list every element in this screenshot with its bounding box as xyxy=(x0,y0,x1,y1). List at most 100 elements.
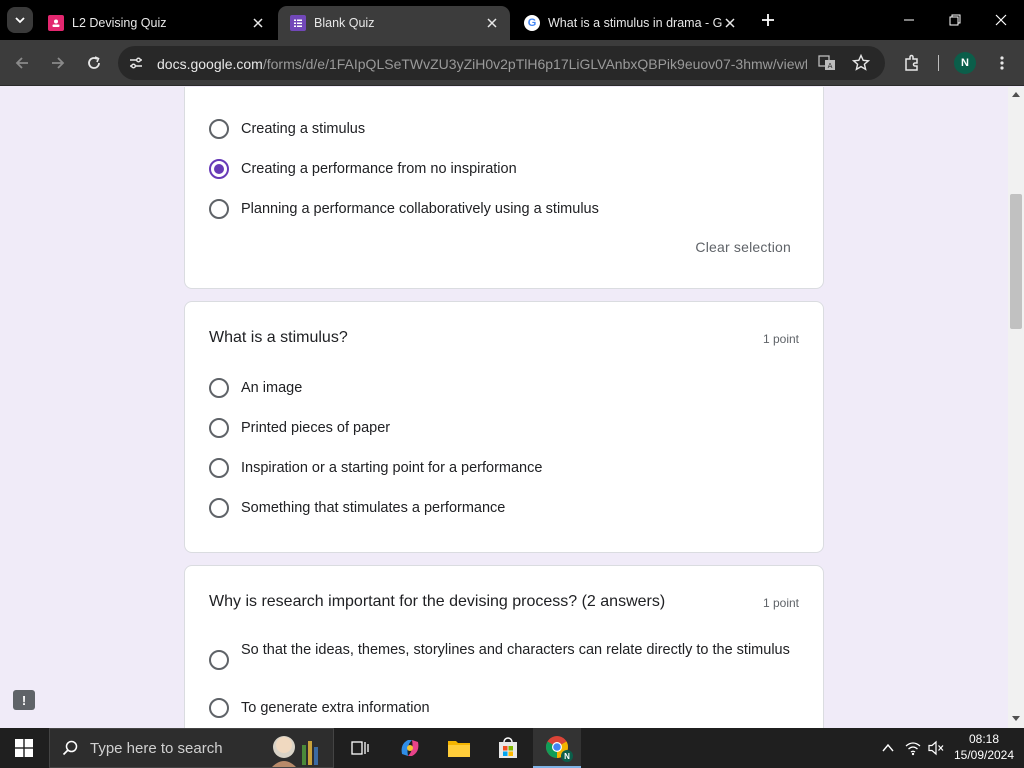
chevron-up-icon xyxy=(882,743,894,752)
folder-icon xyxy=(448,741,470,757)
page-scrollbar[interactable] xyxy=(1008,87,1024,728)
option-planning-a-performance[interactable]: Planning a performance collaboratively u… xyxy=(209,199,799,219)
radio-button[interactable] xyxy=(209,698,229,718)
scroll-down-arrow-icon[interactable] xyxy=(1012,716,1020,721)
tab-google-search[interactable]: G What is a stimulus in drama - G xyxy=(512,6,748,40)
question-points: 1 point xyxy=(762,332,799,346)
site-info-icon[interactable] xyxy=(126,53,146,73)
translate-icon[interactable]: A xyxy=(818,54,838,72)
browser-tab-strip: L2 Devising Quiz Blank Quiz G What is a … xyxy=(0,0,1024,40)
windows-logo-icon xyxy=(15,739,33,757)
close-window-button[interactable] xyxy=(978,0,1024,40)
chrome-taskbar-button[interactable]: N xyxy=(533,728,581,768)
option-label: Something that stimulates a performance xyxy=(241,500,506,516)
radio-button[interactable] xyxy=(209,650,229,670)
question-card-2: What is a stimulus? 1 point An image Pri… xyxy=(184,301,824,553)
minimize-button[interactable] xyxy=(886,0,932,40)
close-icon xyxy=(995,14,1007,26)
browser-menu-button[interactable] xyxy=(988,49,1016,77)
url-path: /forms/d/e/1FAIpQLSeTWvZU3yZiH0v2pTlH6p1… xyxy=(262,56,807,72)
tab-title: L2 Devising Quiz xyxy=(72,16,167,30)
plus-icon xyxy=(762,14,774,26)
radio-button-selected[interactable] xyxy=(209,159,229,179)
profile-avatar[interactable]: N xyxy=(954,52,976,74)
report-feedback-icon[interactable]: ! xyxy=(13,690,35,710)
question-card-1: Creating a stimulus Creating a performan… xyxy=(184,87,824,289)
close-tab-icon[interactable] xyxy=(484,15,500,31)
scroll-up-arrow-icon[interactable] xyxy=(1012,92,1020,97)
start-button[interactable] xyxy=(0,728,48,768)
puzzle-icon xyxy=(905,54,918,71)
option-creating-a-performance[interactable]: Creating a performance from no inspirati… xyxy=(209,159,799,179)
store-icon xyxy=(499,737,517,758)
radio-button[interactable] xyxy=(209,458,229,478)
copilot-button[interactable] xyxy=(386,728,434,768)
taskbar-clock[interactable]: 08:18 15/09/2024 xyxy=(952,731,1016,763)
clock-time: 08:18 xyxy=(968,732,1000,746)
tab-l2-devising-quiz[interactable]: L2 Devising Quiz xyxy=(36,6,276,40)
google-favicon-icon: G xyxy=(524,15,540,31)
radio-button[interactable] xyxy=(209,418,229,438)
taskbar-search-box[interactable]: Type here to search xyxy=(49,728,334,768)
restore-button[interactable] xyxy=(932,0,978,40)
tab-search-button[interactable] xyxy=(7,7,33,33)
speaker-muted-icon[interactable] xyxy=(927,739,945,757)
svg-text:A: A xyxy=(828,62,833,70)
option-label: To generate extra information xyxy=(241,700,430,716)
address-bar[interactable]: docs.google.com/forms/d/e/1FAIpQLSeTWvZU… xyxy=(118,46,885,80)
new-tab-button[interactable] xyxy=(756,9,780,31)
question-title: What is a stimulus? xyxy=(209,329,348,346)
chrome-profile-badge: N xyxy=(561,750,573,762)
question-card-3: Why is research important for the devisi… xyxy=(184,565,824,728)
tab-title: What is a stimulus in drama - G xyxy=(548,16,722,30)
clear-selection-button[interactable]: Clear selection xyxy=(695,239,791,255)
option-label: Inspiration or a starting point for a pe… xyxy=(241,460,543,476)
tab-blank-quiz[interactable]: Blank Quiz xyxy=(278,6,510,40)
arrow-left-icon xyxy=(15,57,28,69)
option-an-image[interactable]: An image xyxy=(209,378,799,398)
option-printed-pieces[interactable]: Printed pieces of paper xyxy=(209,418,799,438)
radio-button[interactable] xyxy=(209,199,229,219)
option-extra-information[interactable]: To generate extra information xyxy=(209,698,799,718)
radio-button[interactable] xyxy=(209,378,229,398)
task-view-icon xyxy=(351,741,369,755)
browser-toolbar: docs.google.com/forms/d/e/1FAIpQLSeTWvZU… xyxy=(0,40,1024,86)
question-title: Why is research important for the devisi… xyxy=(209,593,666,610)
reload-button[interactable] xyxy=(80,49,108,77)
close-tab-icon[interactable] xyxy=(722,15,738,31)
url-host: docs.google.com xyxy=(157,56,263,72)
radio-button[interactable] xyxy=(209,498,229,518)
question-points: 1 point xyxy=(762,596,799,610)
option-creating-a-stimulus[interactable]: Creating a stimulus xyxy=(209,119,799,139)
forms-favicon-icon xyxy=(290,15,306,31)
option-relate-to-stimulus[interactable]: So that the ideas, themes, storylines an… xyxy=(209,640,799,670)
option-inspiration[interactable]: Inspiration or a starting point for a pe… xyxy=(209,458,799,478)
option-label: Printed pieces of paper xyxy=(241,420,391,436)
clock-date: 15/09/2024 xyxy=(953,748,1015,762)
back-button[interactable] xyxy=(8,49,36,77)
copilot-icon xyxy=(401,740,419,756)
minimize-icon xyxy=(904,19,914,21)
option-something-stimulates[interactable]: Something that stimulates a performance xyxy=(209,498,799,518)
option-label: Planning a performance collaboratively u… xyxy=(241,201,599,217)
url-text: docs.google.com/forms/d/e/1FAIpQLSeTWvZU… xyxy=(157,56,807,72)
microsoft-store-button[interactable] xyxy=(484,728,532,768)
task-view-button[interactable] xyxy=(336,728,384,768)
search-icon xyxy=(62,740,78,756)
reload-icon xyxy=(88,56,100,69)
chevron-down-icon xyxy=(15,17,25,24)
search-highlight-illustration xyxy=(264,731,330,767)
forward-button[interactable] xyxy=(44,49,72,77)
extensions-button[interactable] xyxy=(898,49,926,77)
more-vertical-icon xyxy=(1000,56,1004,70)
file-explorer-button[interactable] xyxy=(435,728,483,768)
radio-button[interactable] xyxy=(209,119,229,139)
network-icon[interactable] xyxy=(904,739,922,757)
option-label: So that the ideas, themes, storylines an… xyxy=(241,642,790,658)
windows-taskbar: Type here to search N 08:18 15/09/2024 xyxy=(0,728,1024,768)
scrollbar-thumb[interactable] xyxy=(1010,194,1022,329)
show-hidden-icons-button[interactable] xyxy=(879,739,897,757)
close-tab-icon[interactable] xyxy=(250,15,266,31)
bookmark-star-icon[interactable] xyxy=(851,53,872,72)
arrow-right-icon xyxy=(52,57,65,69)
